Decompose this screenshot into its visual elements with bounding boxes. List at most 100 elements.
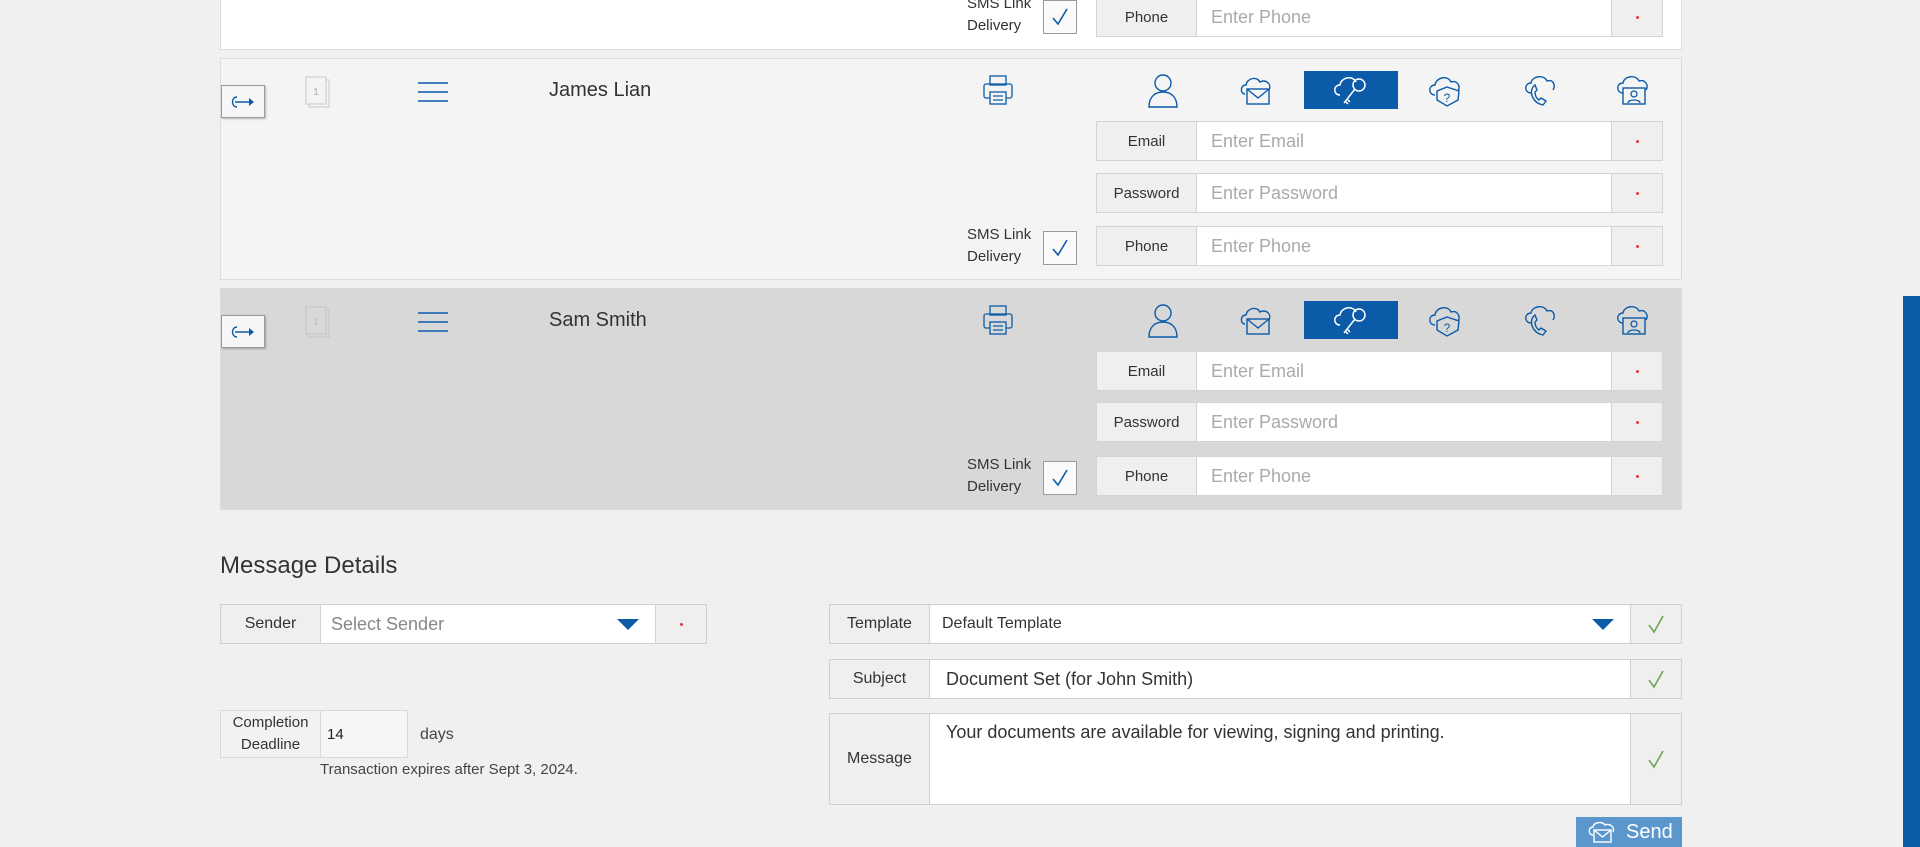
days-unit-label: days: [420, 726, 454, 743]
id-cloud-icon: [1617, 306, 1648, 335]
password-input[interactable]: Enter Password: [1197, 174, 1611, 212]
password-field-row: Password Enter Password: [1096, 402, 1663, 442]
phone-cloud-icon: [1525, 306, 1555, 336]
user-icon: [1148, 304, 1178, 338]
phone-input[interactable]: Enter Phone: [1197, 457, 1611, 495]
required-indicator: [1611, 457, 1662, 495]
phone-label: Phone: [1097, 0, 1197, 36]
svg-text:1: 1: [313, 317, 319, 328]
valid-check: [1630, 714, 1681, 804]
print-icon[interactable]: [981, 73, 1015, 112]
valid-check: [1630, 660, 1681, 698]
recipient-card-partial: SMS Link Delivery Phone Enter Phone: [220, 0, 1682, 50]
phone-input[interactable]: Enter Phone: [1197, 227, 1611, 265]
completion-deadline: Completion Deadline 14: [220, 710, 408, 758]
auth-method-bar: ?: [1116, 301, 1680, 339]
auth-method-bar: ?: [1116, 71, 1680, 109]
svg-text:?: ?: [1444, 321, 1451, 335]
send-label: Send: [1626, 820, 1673, 843]
required-indicator: [1611, 352, 1662, 390]
phone-cloud-icon: [1525, 76, 1555, 106]
route-arrow-icon: [231, 95, 254, 108]
password-label: Password: [1097, 403, 1197, 441]
required-indicator: [1611, 227, 1662, 265]
subject-label: Subject: [830, 660, 930, 698]
phone-input[interactable]: Enter Phone: [1197, 0, 1611, 36]
sender-select[interactable]: Select Sender: [321, 605, 655, 643]
sms-link-delivery-label: SMS Link Delivery: [967, 226, 1032, 265]
template-row: Template Default Template: [829, 604, 1682, 644]
question-cloud-icon: ?: [1429, 307, 1460, 337]
email-input[interactable]: Enter Email: [1197, 352, 1611, 390]
key-cloud-icon: [1334, 307, 1366, 335]
auth-email-button[interactable]: [1210, 301, 1304, 339]
checkmark-icon: [1052, 239, 1068, 257]
deadline-days-input[interactable]: 14: [321, 711, 407, 757]
routing-button[interactable]: [221, 315, 265, 348]
chevron-down-icon[interactable]: [617, 619, 639, 630]
sender-row: Sender Select Sender: [220, 604, 707, 644]
email-cloud-icon: [1240, 77, 1271, 105]
message-details-title: Message Details: [220, 552, 398, 579]
required-indicator: [1611, 403, 1662, 441]
recipient-card: 1 James Lian ? Email Enter Email Passwor…: [220, 58, 1682, 280]
expiry-note: Transaction expires after Sept 3, 2024.: [320, 761, 578, 778]
check-icon: [1648, 750, 1664, 769]
scrollbar-thumb[interactable]: [1903, 296, 1920, 847]
chevron-down-icon[interactable]: [1592, 619, 1614, 630]
auth-password-button[interactable]: [1304, 301, 1398, 339]
svg-text:1: 1: [313, 87, 319, 98]
email-input[interactable]: Enter Email: [1197, 122, 1611, 160]
menu-icon[interactable]: [417, 311, 449, 338]
document-icon[interactable]: 1: [303, 305, 333, 344]
subject-input[interactable]: Document Set (for John Smith): [930, 660, 1630, 698]
email-cloud-icon: [1240, 307, 1271, 335]
required-indicator: [655, 605, 706, 643]
document-icon[interactable]: 1: [303, 75, 333, 114]
auth-password-button[interactable]: [1304, 71, 1398, 109]
route-arrow-icon: [231, 325, 254, 338]
auth-phone-button[interactable]: [1492, 301, 1586, 339]
completion-deadline-label: Completion Deadline: [221, 711, 321, 757]
auth-id-button[interactable]: [1586, 71, 1680, 109]
recipient-name: Sam Smith: [549, 309, 647, 331]
svg-text:?: ?: [1444, 91, 1451, 105]
user-icon: [1148, 74, 1178, 108]
send-email-icon: [1588, 821, 1615, 843]
sms-link-delivery-label: SMS Link Delivery: [967, 0, 1032, 34]
phone-field-row: Phone Enter Phone: [1096, 226, 1663, 266]
recipient-name: James Lian: [549, 79, 652, 101]
check-icon: [1648, 615, 1664, 634]
phone-field-row: Phone Enter Phone: [1096, 456, 1663, 496]
email-field-row: Email Enter Email: [1096, 121, 1663, 161]
question-cloud-icon: ?: [1429, 77, 1460, 107]
print-icon[interactable]: [981, 303, 1015, 342]
valid-check: [1630, 605, 1681, 643]
sms-delivery-checkbox[interactable]: [1043, 0, 1077, 34]
sms-delivery-checkbox[interactable]: [1043, 461, 1077, 495]
auth-user-button[interactable]: [1116, 301, 1210, 339]
template-select[interactable]: Default Template: [930, 605, 1630, 643]
message-textarea[interactable]: Your documents are available for viewing…: [930, 714, 1630, 804]
auth-question-button[interactable]: ?: [1398, 71, 1492, 109]
subject-row: Subject Document Set (for John Smith): [829, 659, 1682, 699]
routing-button[interactable]: [221, 85, 265, 118]
checkmark-icon: [1052, 8, 1068, 26]
send-button[interactable]: Send: [1576, 817, 1682, 847]
menu-icon[interactable]: [417, 81, 449, 108]
phone-label: Phone: [1097, 227, 1197, 265]
sms-link-delivery-label: SMS Link Delivery: [967, 456, 1032, 495]
id-cloud-icon: [1617, 76, 1648, 105]
required-indicator: [1611, 122, 1662, 160]
sms-delivery-checkbox[interactable]: [1043, 231, 1077, 265]
auth-question-button[interactable]: ?: [1398, 301, 1492, 339]
recipient-card: 1 Sam Smith ? Email Enter Email Password…: [220, 288, 1682, 510]
auth-email-button[interactable]: [1210, 71, 1304, 109]
check-icon: [1648, 670, 1664, 689]
email-label: Email: [1097, 122, 1197, 160]
message-label: Message: [830, 714, 930, 804]
auth-id-button[interactable]: [1586, 301, 1680, 339]
password-input[interactable]: Enter Password: [1197, 403, 1611, 441]
auth-user-button[interactable]: [1116, 71, 1210, 109]
auth-phone-button[interactable]: [1492, 71, 1586, 109]
